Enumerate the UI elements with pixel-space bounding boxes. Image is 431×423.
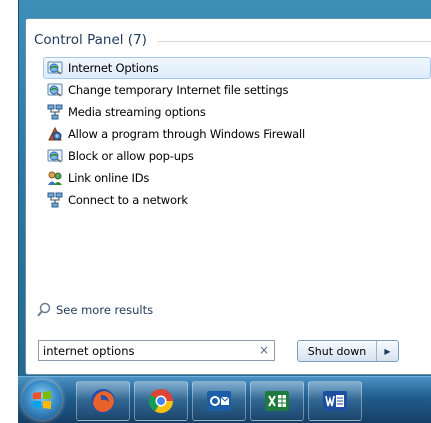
word-icon bbox=[323, 391, 347, 411]
result-label: Internet Options bbox=[68, 61, 159, 75]
users-icon bbox=[48, 171, 62, 185]
result-label: Link online IDs bbox=[68, 171, 150, 185]
result-item-firewall[interactable]: Allow a program through Windows Firewall bbox=[43, 123, 431, 145]
result-item-popups[interactable]: Block or allow pop-ups bbox=[43, 145, 431, 167]
internet-options-icon bbox=[47, 83, 63, 97]
result-item-internet-options[interactable]: Internet Options bbox=[43, 57, 431, 79]
section-divider bbox=[158, 41, 431, 42]
result-item-temporary-files[interactable]: Change temporary Internet file settings bbox=[43, 79, 431, 101]
search-icon bbox=[37, 302, 51, 317]
results-list: Internet Options Change temporary Intern… bbox=[43, 57, 431, 211]
outlook-icon bbox=[207, 391, 231, 411]
internet-options-icon bbox=[47, 149, 63, 163]
network-icon bbox=[47, 192, 63, 208]
result-item-connect-network[interactable]: Connect to a network bbox=[43, 189, 431, 211]
internet-options-icon bbox=[47, 61, 63, 75]
shutdown-options-arrow-icon[interactable]: ▶ bbox=[376, 341, 398, 361]
result-label: Block or allow pop-ups bbox=[68, 149, 194, 163]
windows-orb-icon[interactable] bbox=[22, 380, 62, 420]
taskbar-firefox-button[interactable] bbox=[76, 381, 130, 421]
search-input[interactable] bbox=[39, 341, 249, 360]
start-search-box[interactable]: × bbox=[38, 340, 275, 361]
see-more-results-link[interactable]: See more results bbox=[36, 302, 153, 318]
taskbar-excel-button[interactable] bbox=[250, 381, 304, 421]
windows-logo-icon bbox=[33, 391, 51, 409]
firefox-icon bbox=[91, 389, 115, 413]
see-more-label: See more results bbox=[56, 303, 154, 317]
result-item-media-streaming[interactable]: Media streaming options bbox=[43, 101, 431, 123]
shutdown-button-group: Shut down ▶ bbox=[297, 340, 399, 362]
result-label: Allow a program through Windows Firewall bbox=[68, 127, 305, 141]
excel-icon bbox=[265, 391, 289, 411]
result-label: Change temporary Internet file settings bbox=[68, 83, 289, 97]
section-title: Control Panel (7) bbox=[34, 32, 147, 48]
result-label: Media streaming options bbox=[68, 105, 206, 119]
chrome-icon bbox=[148, 389, 173, 414]
shutdown-button[interactable]: Shut down bbox=[298, 341, 376, 361]
network-icon bbox=[47, 104, 63, 120]
result-label: Connect to a network bbox=[68, 193, 188, 207]
taskbar-outlook-button[interactable] bbox=[192, 381, 246, 421]
taskbar-chrome-button[interactable] bbox=[134, 381, 188, 421]
section-header[interactable]: Control Panel (7) bbox=[34, 32, 147, 48]
firewall-icon bbox=[48, 126, 62, 141]
clear-search-icon[interactable]: × bbox=[259, 343, 269, 357]
result-item-online-ids[interactable]: Link online IDs bbox=[43, 167, 431, 189]
taskbar-word-button[interactable] bbox=[308, 381, 362, 421]
